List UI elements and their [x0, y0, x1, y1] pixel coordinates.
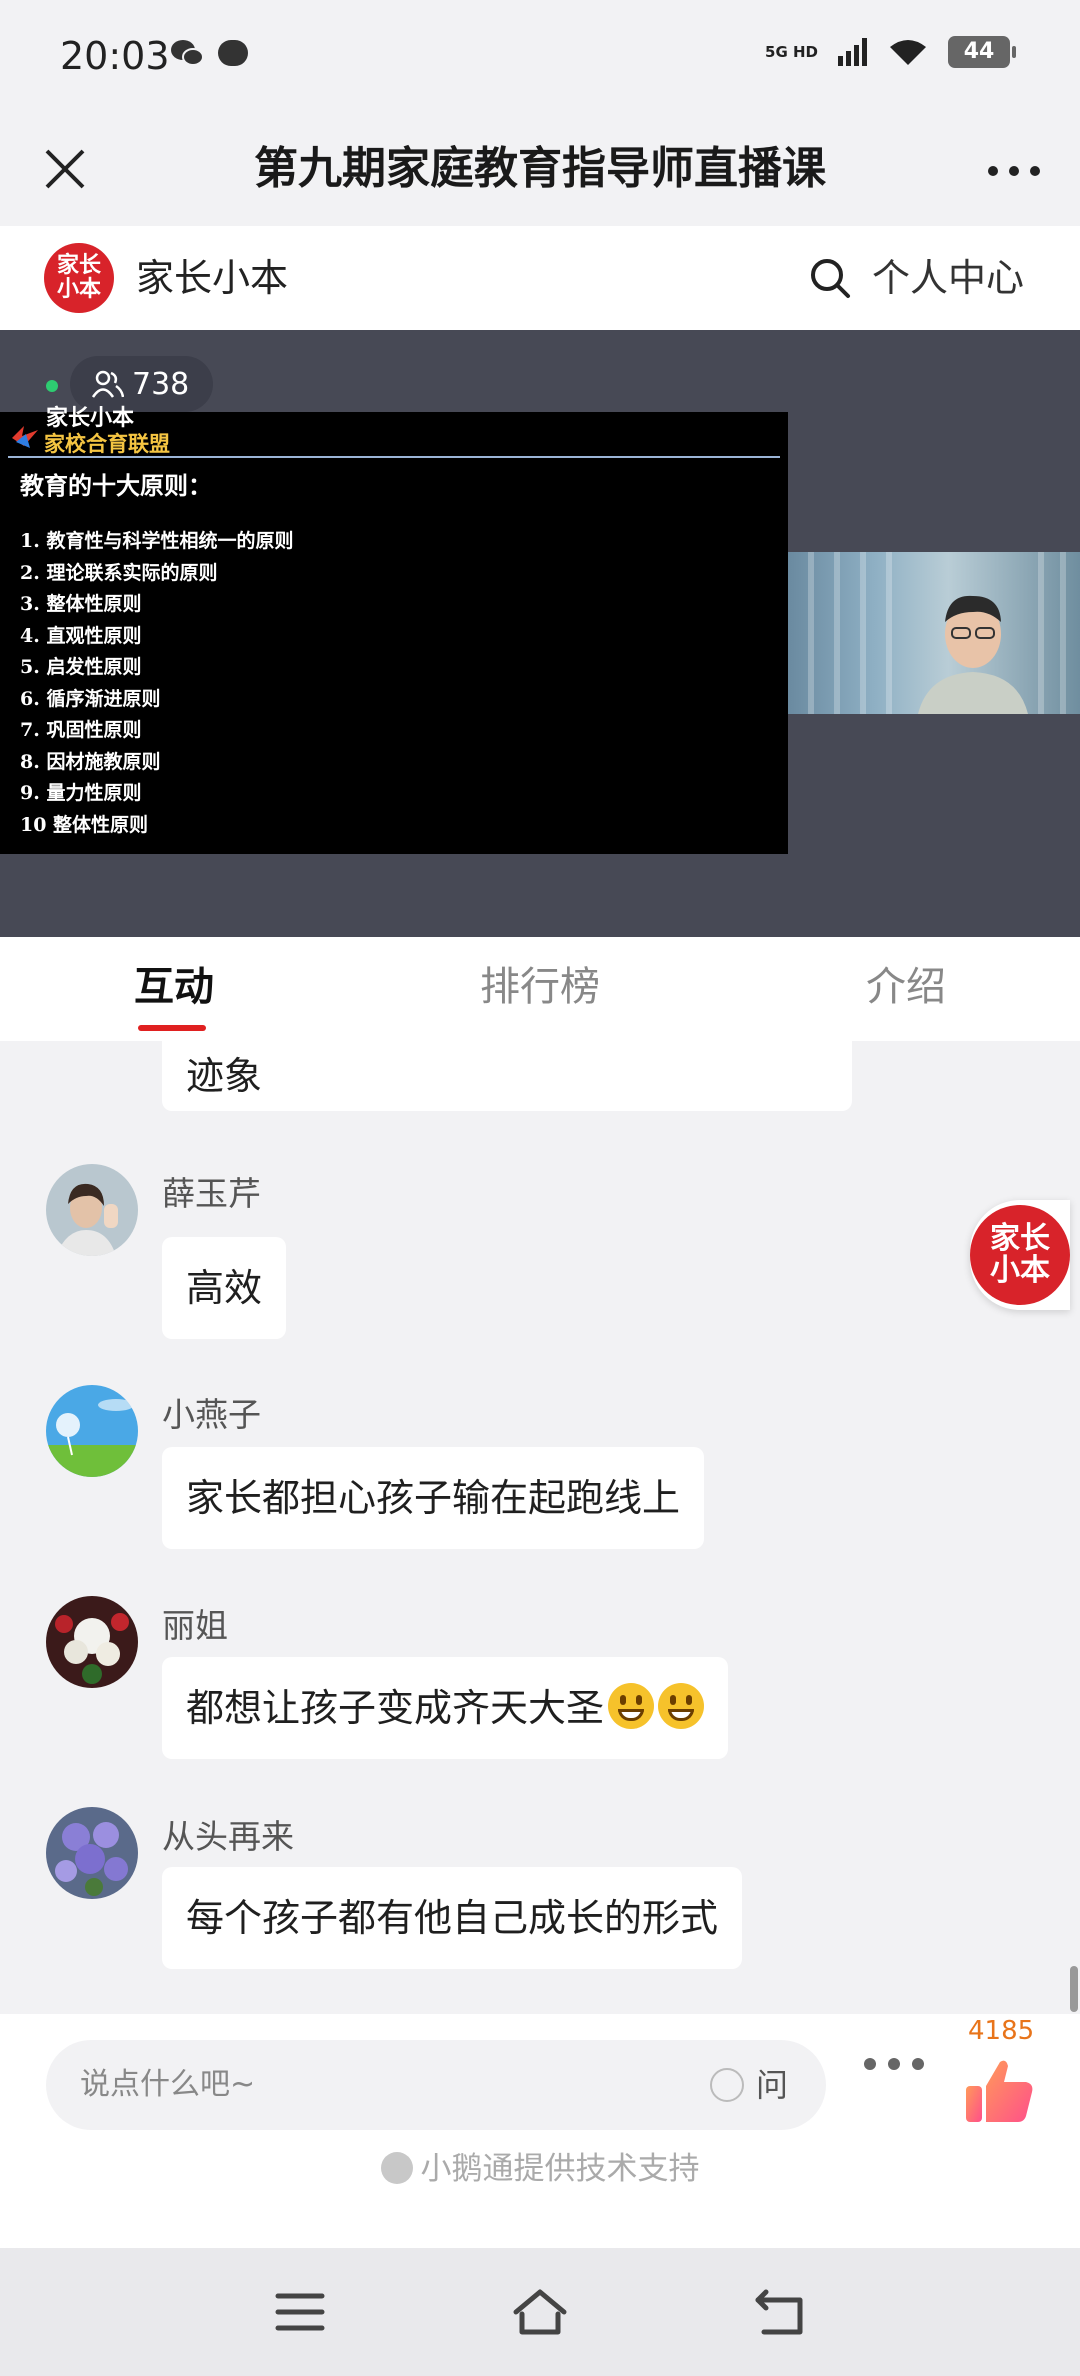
network-label: 5G HD: [765, 43, 818, 61]
brand-header: 家长小本 家长小本 个人中心: [0, 226, 1080, 330]
home-icon[interactable]: [510, 2284, 570, 2340]
like-count: 4185: [968, 2016, 1035, 2046]
xiaoetong-logo-icon: [380, 2152, 413, 2184]
chat-bubble: 家长都担心孩子输在起跑线上: [162, 1447, 705, 1549]
chat-username: 丽姐: [162, 1606, 228, 1645]
battery-icon: 44: [948, 36, 1016, 68]
comment-input[interactable]: 说点什么吧~ 问: [46, 2040, 826, 2130]
tab-interact[interactable]: 互动: [134, 957, 214, 1017]
comment-placeholder: 说点什么吧~: [80, 2067, 256, 2102]
avatar[interactable]: [46, 1807, 138, 1899]
personal-center-link[interactable]: 个人中心: [872, 250, 1024, 306]
signal-icon: [838, 38, 867, 66]
slide-principle-list: 1. 教育性与科学性相统一的原则 2. 理论联系实际的原则 3. 整体性原则 4…: [20, 526, 293, 841]
chat-message-text: 迹象: [186, 1054, 263, 1098]
wechat-icon: [171, 40, 204, 66]
ask-question-label[interactable]: 问: [756, 2062, 788, 2108]
tab-introduction[interactable]: 介绍: [866, 957, 946, 1017]
chat-message-text: 都想让孩子变成齐天大圣: [186, 1686, 605, 1730]
grinning-emoji-icon: [608, 1683, 655, 1729]
brand-name[interactable]: 家长小本: [136, 250, 288, 306]
slide-item: 6. 循序渐进原则: [20, 687, 161, 710]
tab-leaderboard[interactable]: 排行榜: [480, 957, 600, 1017]
avatar-image: [46, 1164, 138, 1256]
more-options-icon[interactable]: [864, 2058, 924, 2074]
chat-bubble: 都想让孩子变成齐天大圣: [162, 1657, 729, 1759]
close-button[interactable]: [30, 134, 100, 204]
brand-logo[interactable]: 家长小本: [44, 243, 114, 313]
chat-message-text: 家长都担心孩子输在起跑线上: [186, 1476, 681, 1520]
active-tab-indicator: [138, 1025, 206, 1031]
chat-username: 薛玉芹: [162, 1174, 261, 1213]
close-icon: [45, 149, 85, 189]
live-video-area[interactable]: 738 家长小本 家校合育联盟 教育的十大原则： 1. 教育性与科学性相统一的原…: [0, 330, 1080, 937]
slide-item: 9. 量力性原则: [20, 782, 142, 804]
brand-logo-text: 家长小本: [56, 253, 101, 302]
viewer-count: 738: [132, 366, 190, 402]
thumbs-up-icon[interactable]: [964, 2054, 1036, 2126]
page-title: 第九期家庭教育指导师直播课: [254, 143, 826, 194]
status-time: 20:03: [60, 34, 170, 78]
floating-brand-text: 家长小本: [990, 1221, 1050, 1288]
chat-message-text: 高效: [186, 1266, 263, 1310]
more-button[interactable]: [974, 134, 1054, 204]
slide-item: 4. 直观性原则: [20, 624, 142, 647]
presenter-figure: [918, 595, 1028, 714]
slide-item: 8. 因材施教原则: [20, 750, 161, 773]
live-indicator-dot: [46, 380, 58, 392]
message-icon: [218, 40, 248, 66]
title-bar: 第九期家庭教育指导师直播课: [0, 110, 1080, 226]
chat-bubble: 高效: [162, 1237, 287, 1339]
chat-message-text: 每个孩子都有他自己成长的形式: [186, 1896, 719, 1940]
back-icon[interactable]: [750, 2284, 810, 2340]
ask-question-radio[interactable]: [710, 2068, 744, 2102]
slide-divider: [8, 456, 780, 458]
grinning-emoji-icon: [658, 1683, 705, 1729]
scrollbar-thumb[interactable]: [1070, 1966, 1078, 2012]
menu-icon[interactable]: [270, 2284, 330, 2340]
chat-bubble: 每个孩子都有他自己成长的形式: [162, 1867, 743, 1969]
avatar[interactable]: [46, 1164, 138, 1256]
chat-list[interactable]: 迹象 薛玉芹 高效 小燕子 家长都担心孩子输在起跑线上 丽姐 都想让孩子变成齐天…: [0, 1041, 1080, 2014]
slide-item: 5. 启发性原则: [20, 656, 142, 678]
system-nav-bar: [0, 2248, 1080, 2376]
powered-by-text: 小鹅通提供技术支持: [0, 2146, 1080, 2192]
tab-bar: 互动 排行榜 介绍: [0, 937, 1080, 1042]
slide-item: 2. 理论联系实际的原则: [20, 561, 218, 584]
slide-item: 1. 教育性与科学性相统一的原则: [20, 530, 294, 552]
chat-username: 小燕子: [162, 1395, 261, 1434]
avatar-image: [46, 1807, 138, 1899]
avatar[interactable]: [46, 1596, 138, 1688]
slide-heading: 教育的十大原则：: [20, 471, 212, 500]
bird-logo-icon: [12, 426, 38, 448]
presentation-slide: 家长小本 家校合育联盟 教育的十大原则： 1. 教育性与科学性相统一的原则 2.…: [0, 405, 788, 854]
comment-bar: 说点什么吧~ 问 4185 小鹅通提供技术支持: [0, 2014, 1080, 2248]
avatar[interactable]: [46, 1385, 138, 1477]
slide-item: 7. 巩固性原则: [20, 719, 142, 741]
slide-item: 3. 整体性原则: [20, 593, 142, 615]
floating-brand-logo: 家长小本: [970, 1205, 1070, 1305]
presenter-camera[interactable]: [788, 552, 1080, 714]
more-icon: [988, 166, 1040, 176]
powered-by-label: 小鹅通提供技术支持: [420, 2151, 700, 2187]
avatar-image: [46, 1596, 138, 1688]
status-notification-icons: [170, 38, 248, 68]
slide-org-name: 家校合育联盟: [44, 431, 170, 456]
chat-username: 从头再来: [162, 1817, 294, 1856]
floating-brand-button[interactable]: 家长小本: [970, 1200, 1070, 1310]
avatar-image: [46, 1385, 138, 1477]
wifi-icon: [890, 40, 926, 65]
status-bar: 20:03 5G HD 44: [0, 0, 1080, 110]
chat-bubble: 迹象: [162, 1041, 852, 1111]
status-system-icons: 5G HD 44: [765, 36, 1016, 68]
people-icon: [92, 370, 124, 398]
slide-item: 10 整体性原则: [20, 813, 149, 836]
search-icon[interactable]: [808, 256, 852, 300]
